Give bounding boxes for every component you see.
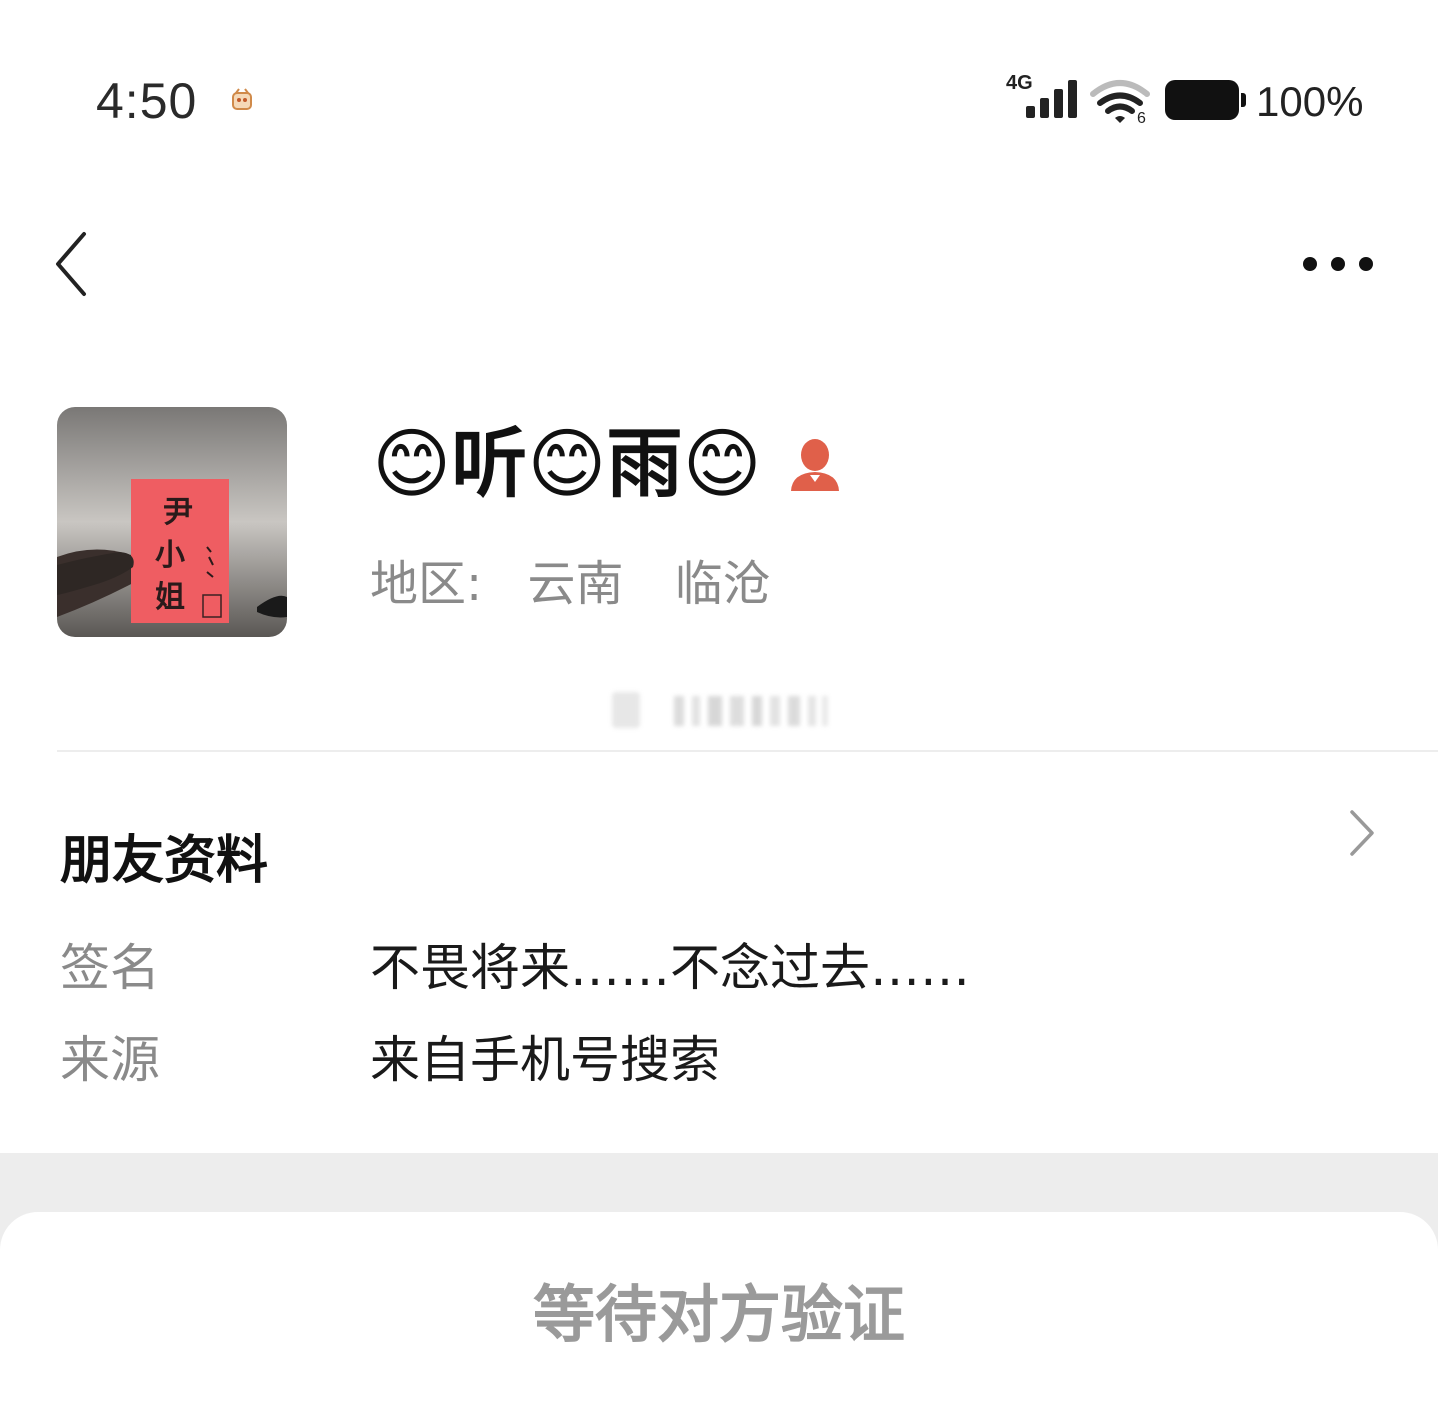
region-province: 云南	[527, 556, 624, 612]
nickname: 😊听😊雨😊	[372, 419, 762, 508]
avatar-char-2: 小	[155, 538, 185, 573]
region-label: 地区:	[370, 556, 483, 612]
battery-icon	[1165, 80, 1246, 120]
more-dots-icon[interactable]	[1296, 246, 1380, 282]
avatar[interactable]: 尹 小 姐	[57, 407, 287, 637]
status-time: 4:50	[96, 73, 198, 129]
signature-label: 签名	[60, 939, 160, 997]
female-gender-icon	[790, 439, 839, 491]
source-label: 来源	[60, 1031, 160, 1089]
divider	[57, 750, 1438, 752]
signature-value: 不畏将来……不念过去……	[370, 939, 970, 997]
chevron-right-icon[interactable]	[1344, 808, 1378, 858]
avatar-char-3: 姐	[155, 580, 185, 615]
chevron-left-icon[interactable]	[48, 228, 98, 300]
battery-percentage: 100%	[1256, 78, 1364, 125]
source-value: 来自手机号搜索	[370, 1031, 720, 1089]
redacted-id	[612, 692, 828, 728]
region-row: 地区: 云南 临沧	[370, 544, 807, 614]
region-city: 临沧	[674, 556, 771, 612]
awaiting-verification-button[interactable]: 等待对方验证	[0, 1250, 1438, 1380]
contact-profile-screen: 4:50 4G 6 100% 尹 小 姐 😊听😊雨😊 地区: 云南 临沧 朋友资…	[0, 0, 1438, 1417]
signal-icon	[1026, 80, 1077, 118]
nickname-row: 😊听😊雨😊	[372, 418, 842, 510]
wifi-icon: 6	[1090, 80, 1150, 124]
friend-info-title: 朋友资料	[60, 831, 269, 891]
notification-icon	[232, 88, 252, 110]
wifi-badge: 6	[1137, 110, 1146, 124]
avatar-char-1: 尹	[163, 495, 193, 530]
